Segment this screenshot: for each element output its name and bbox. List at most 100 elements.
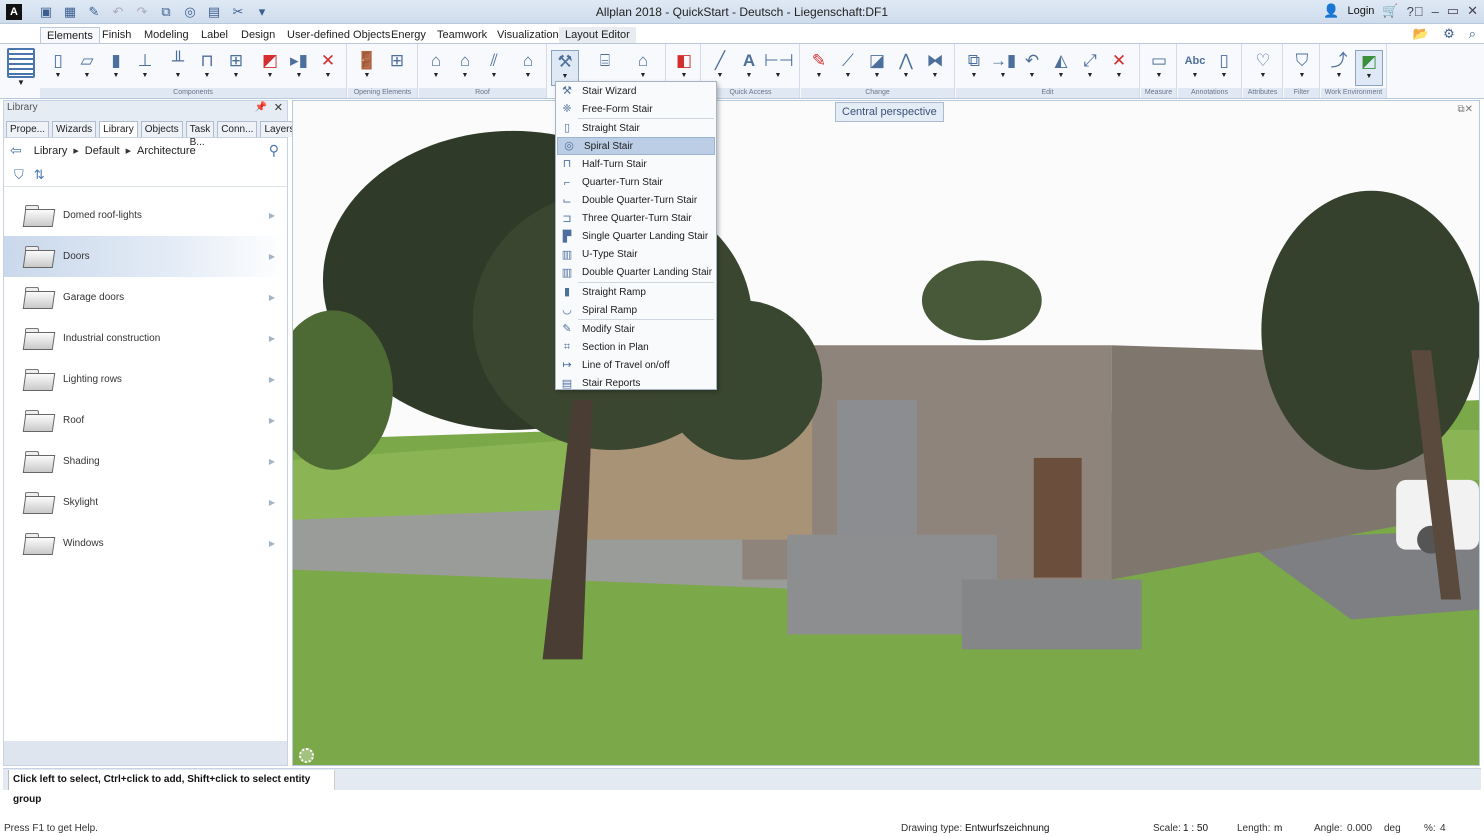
- column-tool[interactable]: ▮ ▼: [102, 50, 130, 86]
- mirror-tool[interactable]: ◭ ▼: [1047, 50, 1075, 86]
- minimize-icon[interactable]: –: [1432, 4, 1439, 19]
- panel-header: Library 📌 ✕: [4, 101, 287, 115]
- navigation-wheel-icon[interactable]: [299, 748, 314, 763]
- replace-tool[interactable]: ◪ ▼: [863, 50, 891, 86]
- tab-library[interactable]: Library: [99, 121, 138, 138]
- settings-icon[interactable]: ⚙: [1443, 26, 1455, 42]
- library-folder-item[interactable]: Windows ▶: [4, 523, 287, 564]
- tab-wizards[interactable]: Wizards: [52, 121, 97, 137]
- menu-item-stair-reports[interactable]: ▤ Stair Reports: [556, 375, 716, 393]
- grid-tool[interactable]: ⊞ ▼: [222, 50, 250, 86]
- library-folder-item[interactable]: Skylight ▶: [4, 482, 287, 523]
- menu-item-three-quarter-turn-stair[interactable]: ⊐ Three Quarter-Turn Stair: [556, 210, 716, 228]
- angle-value[interactable]: 0.000: [1347, 823, 1372, 834]
- library-folder-item[interactable]: Lighting rows ▶: [4, 359, 287, 400]
- roof-plane-tool[interactable]: ⌂ ▼: [514, 50, 542, 86]
- modify-tool[interactable]: ✎ ▼: [805, 50, 833, 86]
- 3d-viewport[interactable]: Central perspective ⧉✕: [292, 100, 1480, 766]
- search-icon[interactable]: ⚲: [269, 142, 279, 159]
- lintel-tool[interactable]: ⊓ ▼: [193, 50, 221, 86]
- menu-item-single-quarter-landing-stair[interactable]: ▛ Single Quarter Landing Stair: [556, 228, 716, 246]
- breadcrumb-architecture[interactable]: Architecture: [137, 145, 196, 157]
- login-button[interactable]: Login: [1347, 5, 1374, 17]
- rendered-scene: [293, 101, 1479, 765]
- help-icon[interactable]: ?⃝: [1407, 4, 1424, 19]
- drawing-type-value[interactable]: Entwurfszeichnung: [965, 823, 1050, 834]
- filter-tool[interactable]: ⛉ ▼: [1288, 50, 1316, 86]
- menu-item-u-type-stair[interactable]: ▥ U-Type Stair: [556, 246, 716, 264]
- search-icon[interactable]: ⌕: [1469, 26, 1476, 42]
- attributes-tool[interactable]: ♡ ▼: [1249, 50, 1277, 86]
- menu-item-free-form-stair[interactable]: ❈ Free-Form Stair: [556, 100, 716, 118]
- breadcrumb-library[interactable]: Library: [34, 145, 68, 157]
- bar-menu-button[interactable]: ▼: [4, 46, 38, 96]
- length-unit[interactable]: m: [1274, 823, 1282, 834]
- open-project-icon[interactable]: 📂: [1413, 26, 1429, 42]
- percent-value[interactable]: 4: [1440, 823, 1446, 834]
- library-folder-item[interactable]: Industrial construction ▶: [4, 318, 287, 359]
- cart-icon[interactable]: 🛒: [1382, 3, 1398, 19]
- pin-icon[interactable]: 📌: [255, 101, 267, 115]
- menu-item-straight-stair[interactable]: ▯ Straight Stair: [556, 119, 716, 137]
- navigation-tool[interactable]: ⤴ ▼: [1325, 50, 1353, 86]
- window-tool[interactable]: ⊞: [383, 50, 411, 86]
- door-tool[interactable]: 🚪 ▼: [353, 50, 381, 86]
- rotate-tool[interactable]: ↶ ▼: [1018, 50, 1046, 86]
- library-folder-item[interactable]: Roof ▶: [4, 400, 287, 441]
- tab-task-bar[interactable]: Task B...: [185, 121, 215, 148]
- menu-item-straight-ramp[interactable]: ▮ Straight Ramp: [556, 283, 716, 301]
- rotate-element-tool[interactable]: ▸▮ ▼: [285, 50, 313, 86]
- text-abc-tool[interactable]: Abc ▼: [1181, 50, 1209, 86]
- menu-item-section-in-plan[interactable]: ⌗ Section in Plan: [556, 338, 716, 356]
- library-folder-item[interactable]: Shading ▶: [4, 441, 287, 482]
- menu-item-stair-wizard[interactable]: ⚒ Stair Wizard: [556, 82, 716, 100]
- rafters-tool[interactable]: ⫽ ▼: [480, 50, 508, 86]
- menu-item-half-turn-stair[interactable]: ⊓ Half-Turn Stair: [556, 155, 716, 173]
- gable-roof-tool[interactable]: ⌂ ▼: [451, 50, 479, 86]
- tab-properties[interactable]: Prope...: [6, 121, 50, 137]
- library-folder-item[interactable]: Domed roof-lights ▶: [4, 195, 287, 236]
- polyline-tool[interactable]: ⋀ ▼: [892, 50, 920, 86]
- roof-tool[interactable]: ⌂ ▼: [422, 50, 450, 86]
- close-icon[interactable]: ✕: [1467, 3, 1478, 19]
- back-arrow-icon[interactable]: ⇦: [10, 142, 22, 159]
- menu-item-double-quarter-landing-stair[interactable]: ▥ Double Quarter Landing Stair: [556, 264, 716, 282]
- tab-objects[interactable]: Objects: [140, 121, 183, 137]
- text-tool[interactable]: A ▼: [735, 50, 763, 86]
- menu-item-spiral-stair[interactable]: ◎ Spiral Stair: [557, 137, 715, 156]
- foundation-tool[interactable]: ⊥ ▼: [131, 50, 159, 86]
- wall-tool[interactable]: ▯ ▼: [44, 50, 72, 86]
- menu-item-double-quarter-turn-stair[interactable]: ⌙ Double Quarter-Turn Stair: [556, 192, 716, 210]
- breadcrumb-default[interactable]: Default: [85, 145, 120, 157]
- delete-opening-tool[interactable]: ✕ ▼: [314, 50, 342, 86]
- library-folder-item[interactable]: Garage doors ▶: [4, 277, 287, 318]
- group-label: Edit: [956, 88, 1139, 98]
- view-mode-label[interactable]: Central perspective: [835, 102, 944, 122]
- library-folder-item[interactable]: Doors ▶: [4, 236, 287, 277]
- menu-item-line-of-travel[interactable]: ↦ Line of Travel on/off: [556, 356, 716, 374]
- dimension-tool[interactable]: ⊢⊣ ▼: [764, 50, 794, 86]
- stretch-tool[interactable]: ⤢ ▼: [1076, 50, 1104, 86]
- sort-icon[interactable]: ⇅: [34, 167, 45, 183]
- view-toggle-tool[interactable]: ◩ ▼: [1355, 50, 1383, 86]
- restore-close-viewport-icon[interactable]: ⧉✕: [1457, 104, 1473, 115]
- delete-tool[interactable]: ✕ ▼: [1105, 50, 1133, 86]
- trim-tool[interactable]: ⟋ ▼: [834, 50, 862, 86]
- label-tool[interactable]: ▯ ▼: [1210, 50, 1238, 86]
- copy-tool[interactable]: ⧉ ▼: [960, 50, 988, 86]
- opening-text-tool[interactable]: ◩ ▼: [256, 50, 284, 86]
- downstand-beam-tool[interactable]: ╨ ▼: [164, 50, 192, 86]
- measure-tool[interactable]: ▭ ▼: [1145, 50, 1173, 86]
- menu-item-spiral-ramp[interactable]: ◡ Spiral Ramp: [556, 301, 716, 319]
- slab-tool[interactable]: ▱ ▼: [73, 50, 101, 86]
- move-tool[interactable]: →▮ ▼: [989, 50, 1017, 86]
- maximize-icon[interactable]: ▭: [1447, 3, 1459, 19]
- menu-item-quarter-turn-stair[interactable]: ⌐ Quarter-Turn Stair: [556, 173, 716, 191]
- close-panel-icon[interactable]: ✕: [274, 101, 283, 115]
- scale-value[interactable]: 1 : 50: [1183, 823, 1208, 834]
- angle-unit[interactable]: deg: [1384, 823, 1401, 834]
- menu-item-modify-stair[interactable]: ✎ Modify Stair: [556, 320, 716, 338]
- tab-connect[interactable]: Conn...: [217, 121, 258, 137]
- join-tool[interactable]: ⧓ ▼: [921, 50, 949, 86]
- filter-icon[interactable]: ⛉: [14, 167, 24, 183]
